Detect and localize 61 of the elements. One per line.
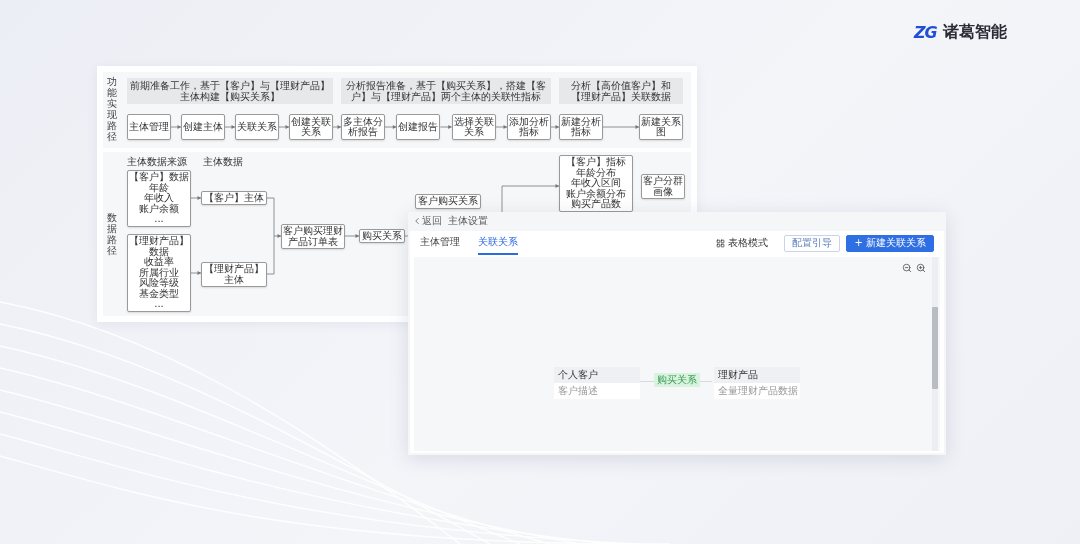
data-source-node: 【客户】数据 年龄 年收入 账户余额 ...	[127, 170, 191, 227]
logo-mark: ZG	[914, 23, 937, 42]
entity-node[interactable]: 理财产品 全量理财产品数据	[714, 367, 800, 399]
connector-arrow	[190, 196, 202, 200]
metrics-node: 【客户】指标 年龄分布 年收入区间 账户余额分布 购买产品数	[559, 155, 633, 212]
step-node: 新建关系图	[639, 114, 683, 140]
connector-arrow	[278, 125, 290, 129]
node-subtitle: 全量理财产品数据	[717, 384, 799, 398]
scrollbar[interactable]	[932, 257, 938, 451]
tab[interactable]: 主体管理	[420, 231, 460, 255]
connector-arrow	[344, 234, 360, 238]
back-link[interactable]: 返回	[412, 213, 442, 228]
connector-arrow	[495, 125, 508, 129]
node-title: 个人客户	[554, 367, 640, 383]
stage-header: 分析【高价值客户】和【理财产品】关联数据	[559, 78, 683, 104]
column-header: 主体数据	[203, 156, 243, 167]
chevron-left-icon	[412, 215, 422, 226]
connector-arrow	[384, 125, 397, 129]
step-node: 选择关联关系	[451, 114, 496, 140]
entity-node: 【理财产品】主体	[201, 262, 267, 287]
node-subtitle: 客户描述	[557, 384, 599, 398]
connector-arrow	[439, 125, 453, 129]
step-node: 新建分析指标	[559, 114, 603, 140]
guide-button[interactable]: 配置引导	[784, 234, 841, 252]
relation-node: 客户购买关系	[415, 194, 481, 209]
connector-arrow	[550, 125, 560, 129]
scrollbar-thumb[interactable]	[932, 307, 938, 389]
zoom-in-icon[interactable]	[916, 263, 926, 273]
connector-arrow	[602, 125, 640, 129]
entity-node: 【客户】主体	[201, 191, 267, 205]
column-header: 主体数据来源	[127, 156, 187, 167]
segment-node: 客户分群画像	[641, 174, 685, 199]
step-node: 关联关系	[235, 114, 279, 140]
connector-arrow	[273, 234, 282, 238]
table-mode-toggle[interactable]: 表格模式	[716, 231, 769, 255]
stage-header: 分析报告准备，基于【购买关系】，搭建【客户】与【理财产品】两个主体的关联性指标	[341, 78, 551, 104]
connector-arrow	[190, 271, 202, 275]
create-button[interactable]: + 新建关联关系	[846, 234, 934, 252]
zoom-out-icon[interactable]	[902, 263, 912, 273]
step-node: 添加分析指标	[507, 114, 551, 140]
grid-icon	[716, 238, 726, 248]
relation-node: 购买关系	[359, 229, 405, 243]
connector-arrow	[332, 125, 342, 129]
page-title: 主体设置	[448, 213, 488, 228]
step-node: 创建报告	[396, 114, 441, 140]
logo-name: 诸葛智能	[942, 22, 1007, 43]
row-label: 功能实现路径	[107, 76, 117, 142]
tab[interactable]: 关联关系	[478, 231, 518, 255]
step-node: 创建关联关系	[289, 114, 333, 140]
data-source-node: 【理财产品】数据 收益率 所属行业 风险等级 基金类型 ...	[127, 234, 191, 312]
connector-arrow	[170, 125, 182, 129]
row-label: 数据路径	[107, 212, 117, 256]
step-node: 多主体分析报告	[341, 114, 385, 140]
edge-label[interactable]: 购买关系	[654, 373, 700, 387]
step-node: 主体管理	[127, 114, 171, 140]
node-title: 理财产品	[714, 367, 800, 383]
step-node: 创建主体	[181, 114, 225, 140]
table-node: 客户购买理财产品订单表	[281, 224, 345, 249]
stage-header: 前期准备工作，基于【客户】与【理财产品】主体构建【购买关系】	[127, 78, 333, 104]
entity-node[interactable]: 个人客户 客户描述	[554, 367, 640, 399]
connector-arrow	[224, 125, 236, 129]
